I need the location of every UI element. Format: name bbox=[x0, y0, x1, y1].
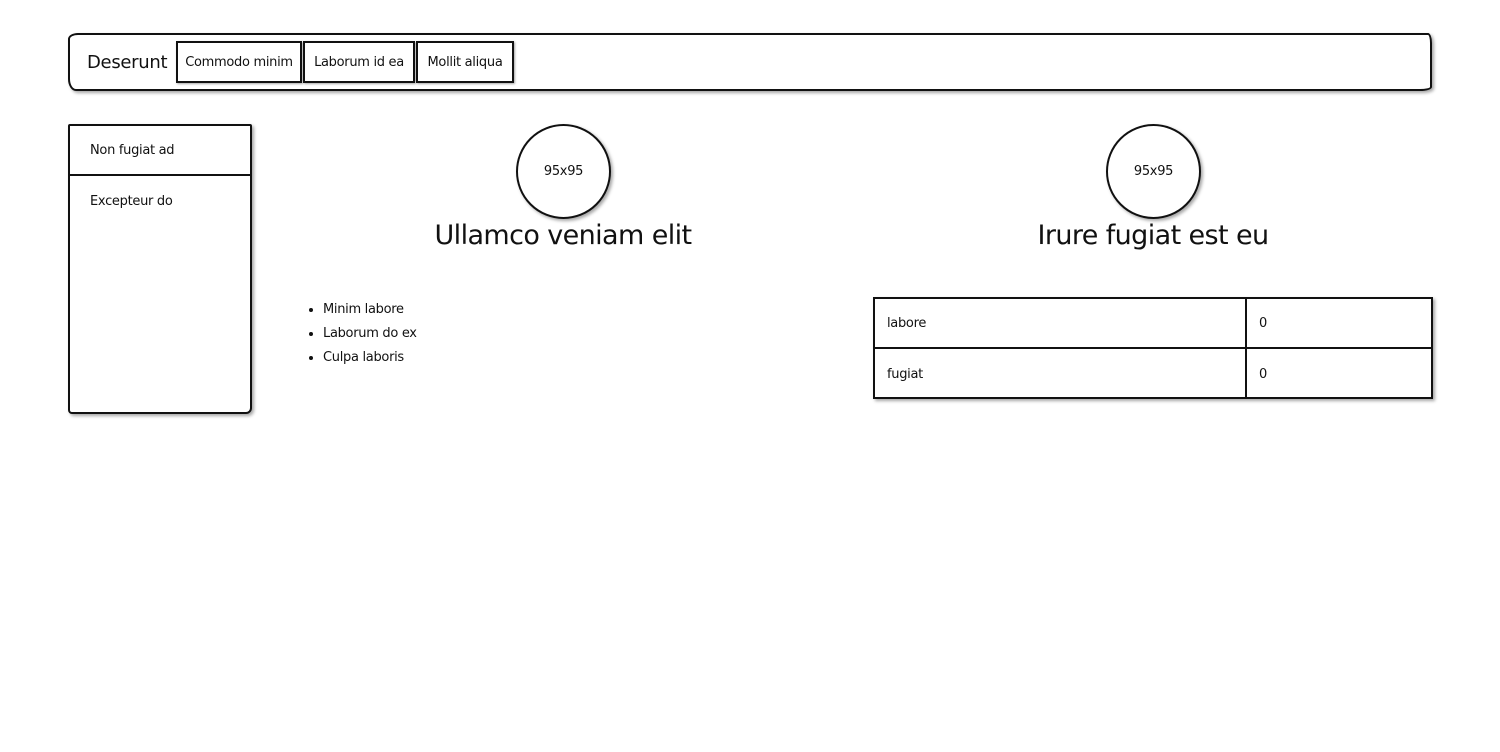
sidebar-item-label: Non fugiat ad bbox=[90, 142, 175, 158]
table-row: fugiat 0 bbox=[875, 349, 1431, 399]
sidebar-item-non-fugiat-ad[interactable]: Non fugiat ad bbox=[70, 126, 250, 176]
brand-title[interactable]: Deserunt bbox=[87, 52, 175, 73]
nav-tab-commodo-minim[interactable]: Commodo minim bbox=[176, 41, 302, 83]
sidebar-item-excepteur-do[interactable]: Excepteur do bbox=[70, 176, 250, 226]
avatar-placeholder-left: 95x95 bbox=[516, 124, 611, 219]
table-cell-name: labore bbox=[875, 299, 1247, 347]
sidebar: Non fugiat ad Excepteur do bbox=[68, 124, 252, 414]
nav-tab-mollit-aliqua[interactable]: Mollit aliqua bbox=[416, 41, 514, 83]
data-table: labore 0 fugiat 0 bbox=[873, 297, 1433, 399]
list-item: Culpa laboris bbox=[323, 346, 417, 370]
table-cell-value: 0 bbox=[1259, 315, 1267, 331]
nav-tabs: Commodo minim Laborum id ea Mollit aliqu… bbox=[176, 41, 515, 83]
table-cell-name: fugiat bbox=[875, 349, 1247, 399]
left-heading: Ullamco veniam elit bbox=[434, 220, 693, 251]
avatar-placeholder-right: 95x95 bbox=[1106, 124, 1201, 219]
bullet-list: Minim labore Laborum do ex Culpa laboris bbox=[303, 298, 417, 370]
right-heading: Irure fugiat est eu bbox=[1037, 220, 1269, 251]
nav-tab-laborum-id-ea[interactable]: Laborum id ea bbox=[303, 41, 415, 83]
top-navbar: Deserunt Commodo minim Laborum id ea Mol… bbox=[68, 33, 1432, 91]
list-item: Laborum do ex bbox=[323, 322, 417, 346]
sidebar-item-label: Excepteur do bbox=[90, 193, 173, 209]
list-item: Minim labore bbox=[323, 298, 417, 322]
table-row: labore 0 bbox=[875, 299, 1431, 349]
table-cell-value: 0 bbox=[1259, 366, 1267, 382]
